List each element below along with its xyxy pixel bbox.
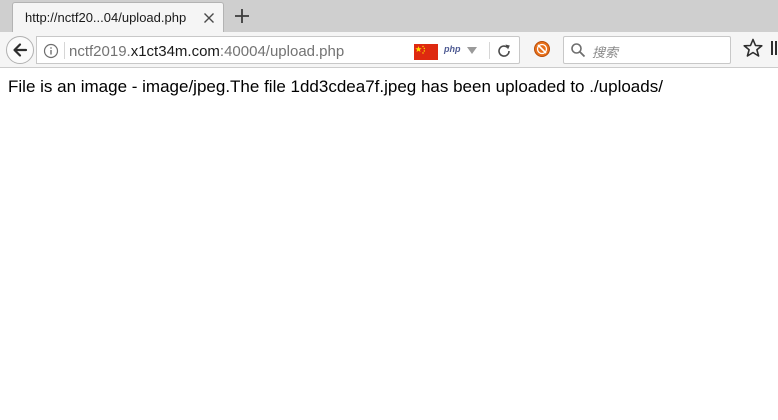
php-badge[interactable]: php: [444, 44, 461, 54]
tab-title: http://nctf20...04/upload.php: [25, 10, 187, 25]
tab-upload[interactable]: http://nctf20...04/upload.php: [12, 2, 224, 32]
url-bar[interactable]: nctf2019.x1ct34m.com:40004/upload.php ph…: [36, 36, 520, 64]
plus-icon[interactable]: [233, 7, 251, 25]
tab-strip: http://nctf20...04/upload.php: [0, 0, 778, 32]
reload-icon[interactable]: [496, 43, 512, 59]
chevron-down-icon[interactable]: [467, 47, 477, 55]
close-icon[interactable]: [201, 10, 217, 26]
search-icon: [571, 43, 586, 58]
url-path: :40004/upload.php: [219, 43, 345, 60]
navigation-toolbar: nctf2019.x1ct34m.com:40004/upload.php ph…: [0, 32, 778, 68]
search-placeholder: 搜索: [592, 45, 619, 60]
url-separator-right: [489, 42, 490, 59]
browser-window: http://nctf20...04/upload.php nctf2019.x…: [0, 0, 778, 420]
bookmarks-menu-icon[interactable]: [770, 38, 778, 58]
url-host: x1ct34m.com: [130, 43, 220, 60]
upload-result-message: File is an image - image/jpeg.The file 1…: [8, 77, 663, 96]
back-button[interactable]: [6, 36, 34, 64]
star-icon[interactable]: [743, 38, 763, 58]
url-text[interactable]: nctf2019.x1ct34m.com:40004/upload.php: [69, 43, 344, 60]
url-prefix: nctf2019.: [69, 43, 131, 60]
page-content: File is an image - image/jpeg.The file 1…: [0, 68, 778, 420]
info-icon[interactable]: [43, 43, 59, 59]
search-bar[interactable]: 搜索: [563, 36, 731, 64]
china-flag-icon[interactable]: [414, 44, 438, 60]
blocked-addon-icon[interactable]: [533, 40, 551, 58]
back-arrow-icon: [13, 43, 28, 57]
url-separator: [64, 42, 65, 59]
